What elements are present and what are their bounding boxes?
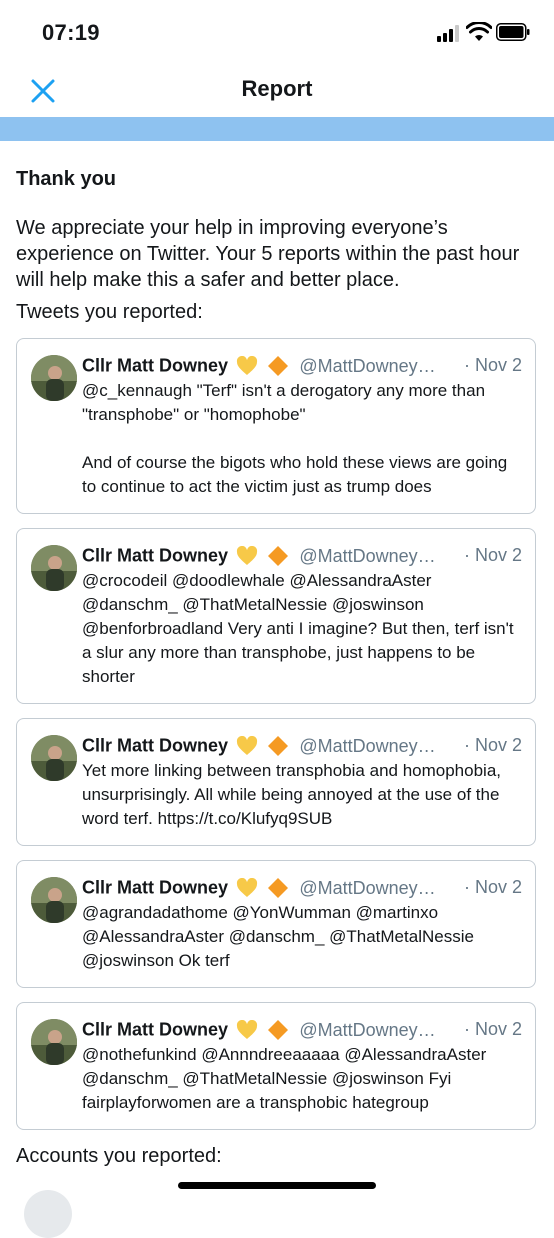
- tweet-card[interactable]: Cllr Matt Downey @MattDowney… · Nov 2 @c…: [16, 528, 536, 704]
- tweet-card[interactable]: Cllr Matt Downey @MattDowney… · Nov 2 @a…: [16, 860, 536, 988]
- author-handle: @MattDowney…: [299, 545, 436, 566]
- tweets-reported-label: Tweets you reported:: [16, 301, 203, 323]
- tweet-text: @agrandadathome @YonWumman @martinxo @Al…: [82, 903, 479, 970]
- tweet-header: Cllr Matt Downey @MattDowney… · Nov 2: [82, 545, 522, 569]
- author-name: Cllr Matt Downey: [82, 735, 229, 756]
- tweet-text: Yet more linking between transphobia and…: [82, 761, 506, 828]
- orange-diamond-icon: [267, 878, 288, 898]
- avatar: [31, 877, 77, 923]
- avatar: [31, 735, 77, 781]
- tweet-text: @c_kennaugh "Terf" isn't a derogatory an…: [82, 381, 508, 496]
- home-indicator[interactable]: [178, 1182, 376, 1189]
- nav-bar: Report: [0, 66, 554, 116]
- tweet-header: Cllr Matt Downey @MattDowney… · Nov 2: [82, 1019, 522, 1043]
- tweet-card[interactable]: Cllr Matt Downey @MattDowney… · Nov 2 Ye…: [16, 718, 536, 846]
- tweet-header: Cllr Matt Downey @MattDowney… · Nov 2: [82, 355, 522, 379]
- status-time: 07:19: [42, 20, 100, 45]
- progress-band: [0, 117, 554, 141]
- page-title: Report: [241, 76, 313, 101]
- avatar: [31, 1019, 77, 1065]
- avatar: [31, 355, 77, 401]
- tweet-date: · Nov 2: [463, 735, 522, 755]
- tweet-text: @nothefunkind @Annndreeaaaaa @Alessandra…: [82, 1045, 492, 1112]
- yellow-heart-icon: [237, 546, 258, 565]
- author-name: Cllr Matt Downey: [82, 877, 229, 898]
- thank-you-heading: Thank you: [16, 168, 117, 190]
- author-handle: @MattDowney…: [299, 877, 436, 898]
- yellow-heart-icon: [237, 356, 258, 375]
- author-handle: @MattDowney…: [299, 735, 436, 756]
- tweet-text: @crocodeil @doodlewhale @AlessandraAster…: [82, 571, 519, 686]
- accounts-reported-label: Accounts you reported:: [16, 1145, 222, 1167]
- account-avatar: [24, 1190, 72, 1238]
- orange-diamond-icon: [267, 546, 288, 566]
- author-handle: @MattDowney…: [299, 355, 436, 376]
- battery-icon: [496, 23, 530, 41]
- yellow-heart-icon: [237, 1020, 258, 1039]
- tweet-date: · Nov 2: [463, 355, 522, 375]
- author-name: Cllr Matt Downey: [82, 355, 229, 376]
- avatar: [31, 545, 77, 591]
- orange-diamond-icon: [267, 356, 288, 376]
- tweet-card[interactable]: Cllr Matt Downey @MattDowney… · Nov 2 @n…: [16, 1002, 536, 1130]
- tweet-date: · Nov 2: [463, 877, 522, 897]
- tweet-card[interactable]: Cllr Matt Downey @MattDowney… · Nov 2 @c…: [16, 338, 536, 514]
- tweet-date: · Nov 2: [463, 1019, 522, 1039]
- tweet-date: · Nov 2: [463, 545, 522, 565]
- tweet-header: Cllr Matt Downey @MattDowney… · Nov 2: [82, 877, 522, 901]
- orange-diamond-icon: [267, 1020, 288, 1040]
- yellow-heart-icon: [237, 736, 258, 755]
- wifi-icon: [466, 22, 492, 41]
- status-bar: 07:19: [0, 0, 554, 66]
- tweet-header: Cllr Matt Downey @MattDowney… · Nov 2: [82, 735, 522, 759]
- author-name: Cllr Matt Downey: [82, 1019, 229, 1040]
- author-name: Cllr Matt Downey: [82, 545, 229, 566]
- cellular-signal-icon: [437, 24, 463, 42]
- thank-you-body: We appreciate your help in improving eve…: [16, 217, 520, 291]
- author-handle: @MattDowney…: [299, 1019, 436, 1040]
- yellow-heart-icon: [237, 878, 258, 897]
- orange-diamond-icon: [267, 736, 288, 756]
